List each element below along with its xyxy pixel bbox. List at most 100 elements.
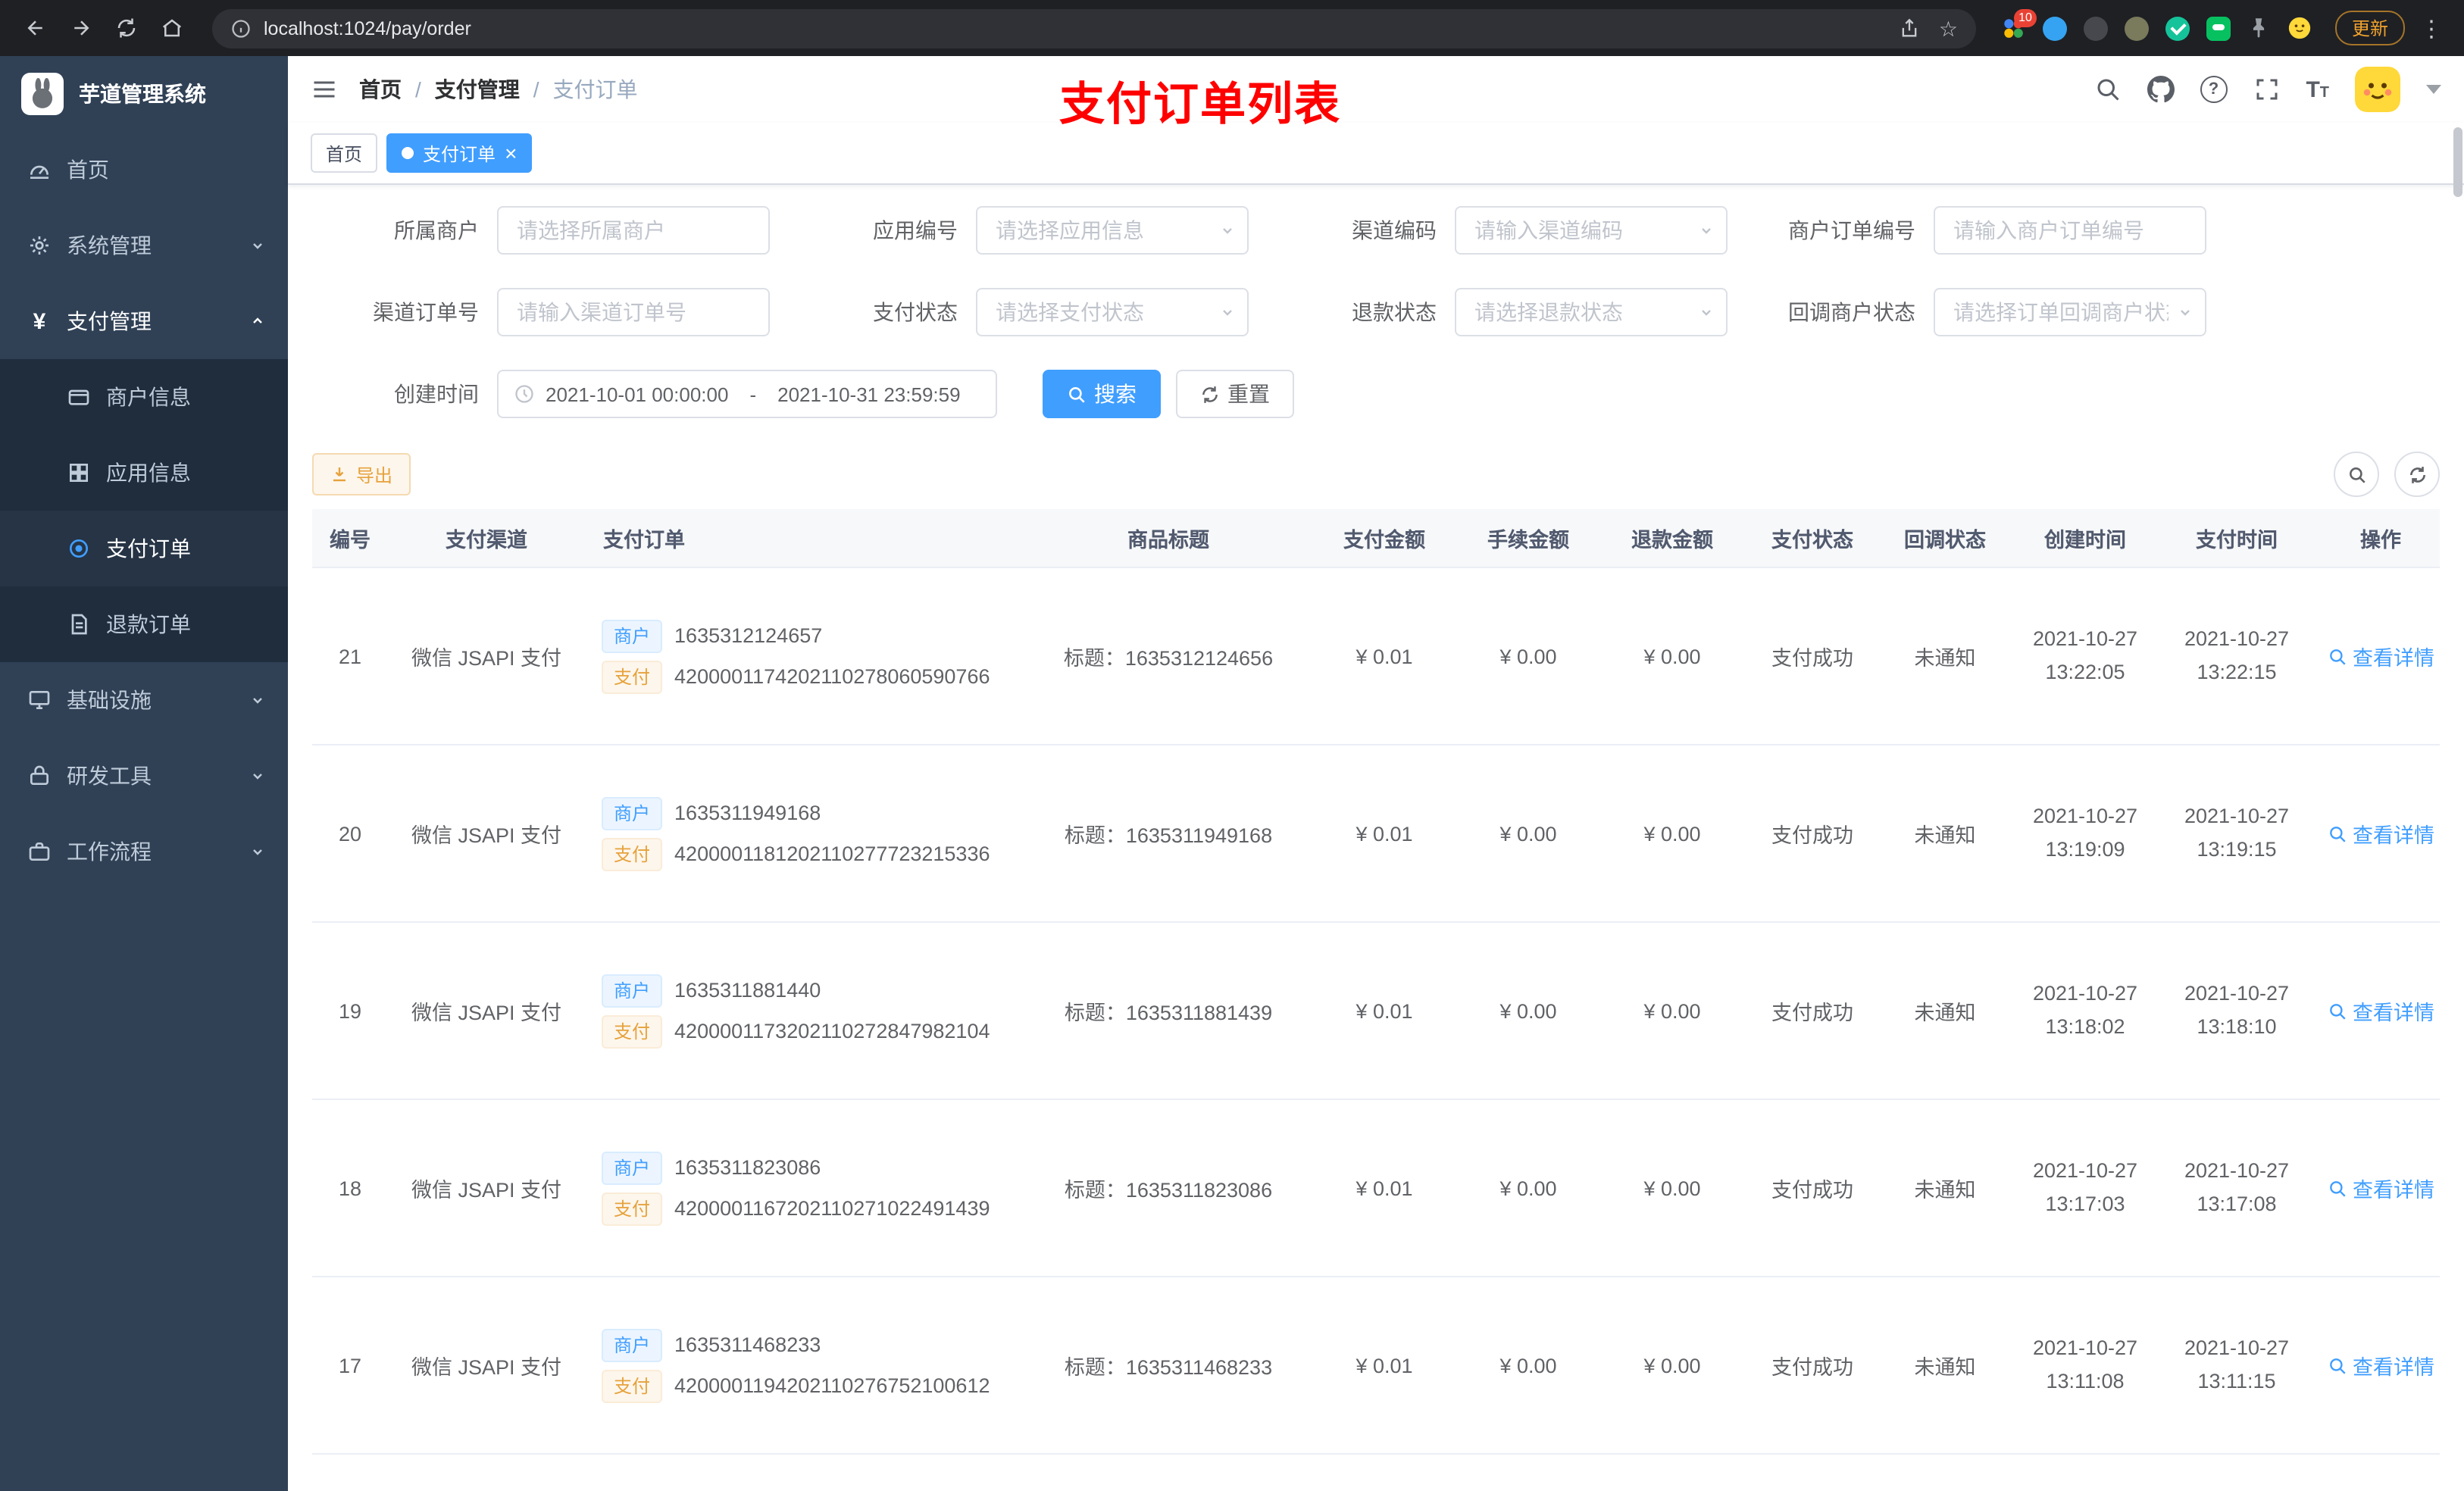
pay-tag: 支付	[602, 837, 663, 871]
font-size-icon[interactable]: TT	[2306, 78, 2329, 101]
sidebar-item-label: 应用信息	[106, 461, 191, 485]
owner-merchant-input[interactable]	[497, 206, 770, 255]
channel-code-input[interactable]	[1455, 206, 1728, 255]
cell-id: 16	[312, 1454, 388, 1491]
breadcrumb-pay-manage[interactable]: 支付管理	[435, 74, 520, 105]
navbar-actions: ? TT	[2093, 67, 2441, 112]
browser-back-button[interactable]	[15, 8, 55, 48]
sidebar-item-home[interactable]: 首页	[0, 132, 288, 208]
yen-icon: ¥	[33, 308, 46, 334]
search-button[interactable]: 搜索	[1043, 370, 1161, 418]
export-button[interactable]: 导出	[312, 453, 411, 495]
notify-status-select[interactable]	[1934, 288, 2206, 336]
user-avatar[interactable]	[2355, 67, 2400, 112]
dashboard-icon	[27, 158, 52, 182]
date-range-picker[interactable]: 2021-10-01 00:00:00 - 2021-10-31 23:59:5…	[497, 370, 997, 418]
annotation-title: 支付订单列表	[1059, 80, 1341, 130]
sidebar-item-merchant-info[interactable]: 商户信息	[0, 359, 288, 435]
chevron-down-icon	[249, 767, 267, 785]
browser-update-button[interactable]: 更新	[2334, 11, 2405, 45]
chevron-down-icon	[249, 842, 267, 861]
reset-button[interactable]: 重置	[1176, 370, 1294, 418]
browser-profile-avatar[interactable]	[2287, 14, 2314, 42]
cell-amount: ¥ 0.01	[1312, 1277, 1456, 1455]
cell-status: 支付成功	[1744, 745, 1881, 923]
cell-actions: 查看详情	[2312, 745, 2440, 923]
extension-dark-icon[interactable]	[2082, 14, 2109, 42]
cell-notify: 未通知	[1881, 1454, 2009, 1491]
view-detail-link[interactable]: 查看详情	[2327, 641, 2434, 671]
github-icon[interactable]	[2147, 76, 2175, 103]
view-detail-link[interactable]: 查看详情	[2327, 818, 2434, 849]
sidebar-item-label: 支付订单	[106, 536, 191, 561]
sidebar: 芋道管理系统 首页 系统管理 ¥ 支付管理 商户信息 应用信息 支付订单 退款订…	[0, 56, 288, 1491]
cell-fee: ¥ 0.00	[1456, 1099, 1600, 1277]
cell-channel: 微信 JSAPI 支付	[388, 922, 585, 1100]
sidebar-item-infra[interactable]: 基础设施	[0, 662, 288, 738]
col-amount: 支付金额	[1312, 509, 1456, 568]
breadcrumb-home[interactable]: 首页	[359, 74, 402, 105]
search-icon[interactable]	[2093, 76, 2121, 103]
extension-badge: 10	[2014, 8, 2037, 27]
merchant-order-no-input[interactable]	[1934, 206, 2206, 255]
filter-notify-status: 回调商户状态	[1749, 288, 2206, 336]
search-icon	[2349, 467, 2365, 483]
monitor-icon	[27, 688, 52, 712]
col-refund: 退款金额	[1600, 509, 1744, 568]
extension-olive-icon[interactable]	[2123, 14, 2150, 42]
extension-blue-icon[interactable]	[2041, 14, 2068, 42]
refresh-table-button[interactable]	[2394, 452, 2440, 497]
col-title: 商品标题	[1024, 509, 1312, 568]
sidebar-item-app-info[interactable]: 应用信息	[0, 435, 288, 511]
pay-order-no: 4200001194202110276752100612	[674, 1374, 990, 1397]
browser-refresh-button[interactable]	[106, 8, 145, 48]
url-text[interactable]: localhost:1024/pay/order	[264, 17, 471, 39]
app-logo[interactable]: 芋道管理系统	[0, 56, 288, 132]
cell-status: 支付成功	[1744, 567, 1881, 746]
cell-id: 17	[312, 1277, 388, 1455]
tab-pay-order[interactable]: 支付订单 ×	[386, 133, 533, 173]
browser-home-button[interactable]	[152, 8, 191, 48]
address-bar[interactable]: localhost:1024/pay/order ☆	[212, 8, 1976, 48]
info-icon[interactable]	[230, 17, 252, 39]
toggle-search-button[interactable]	[2334, 452, 2379, 497]
refund-status-select[interactable]	[1455, 288, 1728, 336]
sidebar-toggle-icon[interactable]	[311, 76, 338, 103]
cell-fee: ¥ 0.00	[1456, 567, 1600, 746]
bookmark-star-icon[interactable]: ☆	[1939, 17, 1958, 39]
table-row: 20 微信 JSAPI 支付 商户 1635311949168 支付 42000…	[312, 745, 2440, 923]
cell-create-time: 2021-10-27 13:17:03	[2009, 1099, 2161, 1277]
cell-amount: ¥ 0.01	[1312, 745, 1456, 923]
cell-status: 支付成功	[1744, 922, 1881, 1100]
date-range-end: 2021-10-31 23:59:59	[777, 383, 961, 405]
sidebar-item-dev-tools[interactable]: 研发工具	[0, 738, 288, 814]
sidebar-item-payment[interactable]: ¥ 支付管理	[0, 283, 288, 359]
help-icon[interactable]: ?	[2200, 76, 2228, 103]
tab-home[interactable]: 首页	[311, 133, 378, 173]
view-detail-link[interactable]: 查看详情	[2327, 1350, 2434, 1380]
user-dropdown-caret-icon[interactable]	[2426, 85, 2441, 94]
extension-check-icon[interactable]	[2164, 14, 2191, 42]
cell-pay-time: 2021-10-27 13:19:15	[2161, 745, 2312, 923]
pay-tag: 支付	[602, 1369, 663, 1402]
pay-status-select[interactable]	[976, 288, 1249, 336]
cell-channel: 微信 JSAPI 支付	[388, 1099, 585, 1277]
page-scrollbar[interactable]	[2453, 127, 2462, 197]
browser-forward-button[interactable]	[61, 8, 100, 48]
app-select-input[interactable]	[976, 206, 1249, 255]
extensions-pin-icon[interactable]	[2246, 14, 2273, 42]
view-detail-link[interactable]: 查看详情	[2327, 1173, 2434, 1203]
channel-order-no-input[interactable]	[497, 288, 770, 336]
cell-id: 21	[312, 567, 388, 746]
view-detail-link[interactable]: 查看详情	[2327, 996, 2434, 1026]
extension-green-icon[interactable]	[2205, 14, 2232, 42]
sidebar-item-refund-order[interactable]: 退款订单	[0, 586, 288, 662]
share-icon[interactable]	[1900, 17, 1921, 39]
fullscreen-icon[interactable]	[2253, 76, 2280, 103]
sidebar-item-system[interactable]: 系统管理	[0, 208, 288, 283]
browser-menu-icon[interactable]: ⋮	[2414, 14, 2449, 42]
extension-colordots-icon[interactable]: 10	[2000, 8, 2037, 42]
sidebar-item-workflow[interactable]: 工作流程	[0, 814, 288, 889]
sidebar-item-pay-order[interactable]: 支付订单	[0, 511, 288, 586]
close-icon[interactable]: ×	[505, 142, 517, 164]
